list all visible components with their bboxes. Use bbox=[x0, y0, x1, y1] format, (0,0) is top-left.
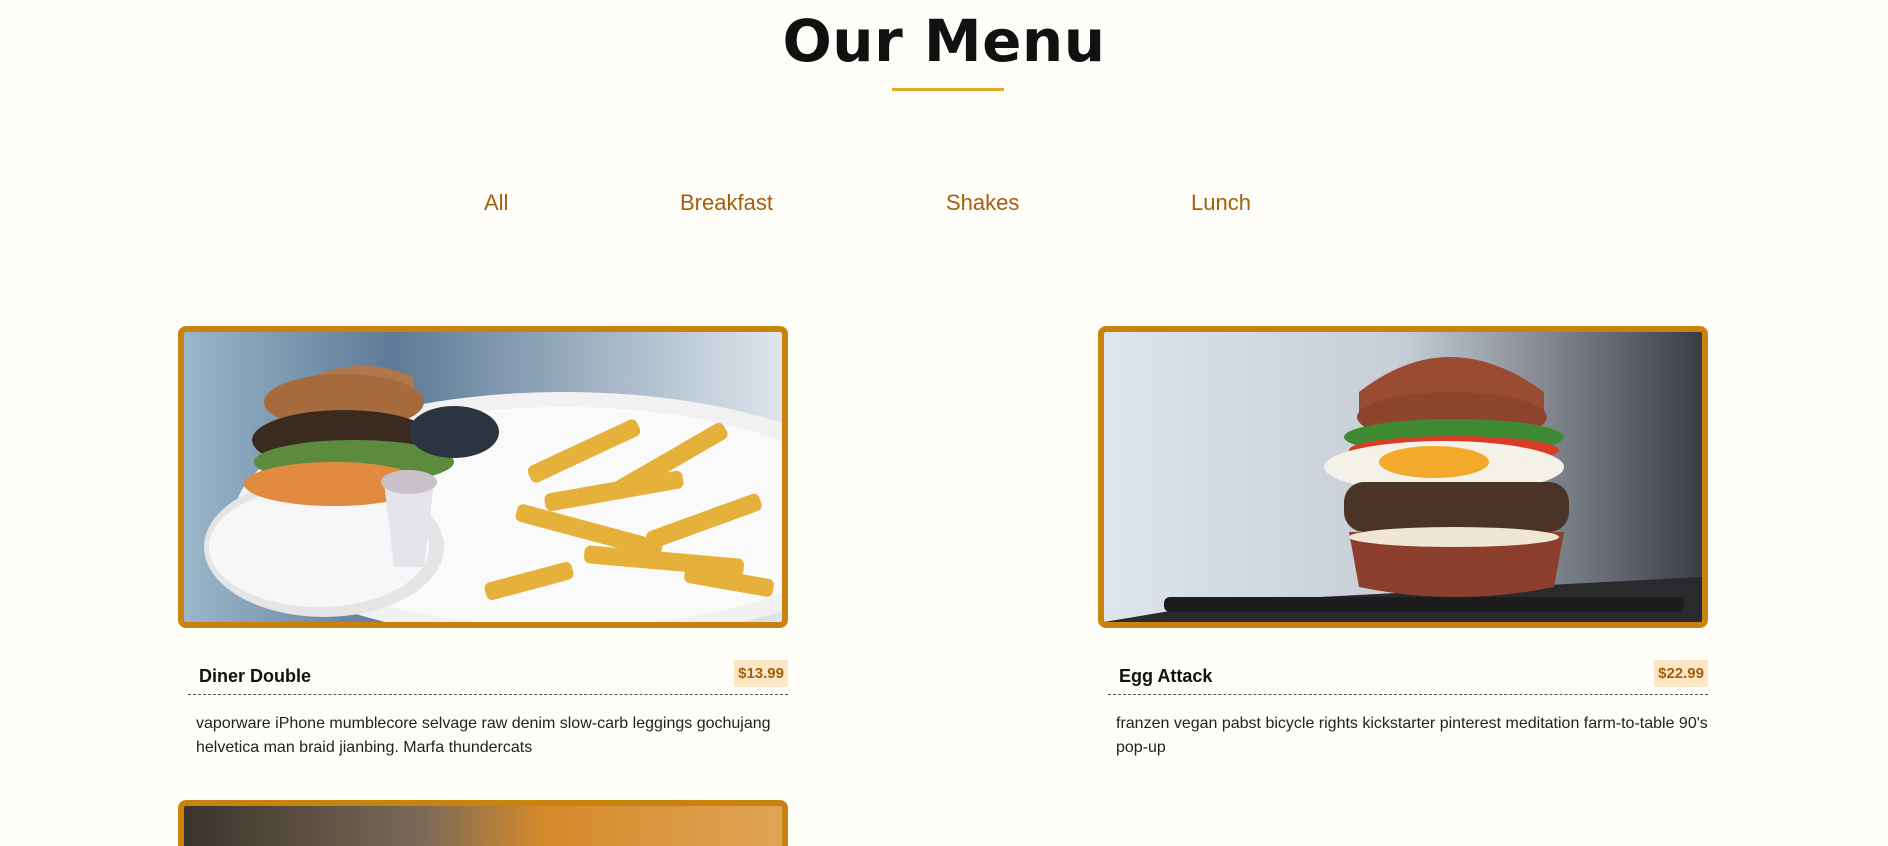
menu-item-card: Egg Attack $22.99 franzen vegan pabst bi… bbox=[1098, 326, 1708, 756]
filter-all-button[interactable]: All bbox=[484, 190, 508, 216]
item-price-badge: $22.99 bbox=[1654, 660, 1708, 687]
burger-fries-photo bbox=[178, 326, 788, 628]
item-divider bbox=[188, 694, 788, 695]
menu-item-card: Diner Double $13.99 vaporware iPhone mum… bbox=[178, 326, 788, 756]
item-name: Egg Attack bbox=[1119, 666, 1213, 686]
item-divider bbox=[1108, 694, 1708, 695]
page-title: Our Menu bbox=[782, 7, 1106, 75]
filter-lunch-button[interactable]: Lunch bbox=[1191, 190, 1251, 216]
title-underline bbox=[892, 88, 1004, 91]
item-price-badge: $13.99 bbox=[734, 660, 788, 687]
item-description: franzen vegan pabst bicycle rights kicks… bbox=[1116, 715, 1708, 756]
egg-burger-photo bbox=[1098, 326, 1708, 628]
page-header: Our Menu bbox=[0, 0, 1888, 76]
filter-breakfast-button[interactable]: Breakfast bbox=[680, 190, 773, 216]
item-name: Diner Double bbox=[199, 666, 312, 686]
filter-shakes-button[interactable]: Shakes bbox=[946, 190, 1019, 216]
item-description: vaporware iPhone mumblecore selvage raw … bbox=[196, 715, 771, 756]
menu-item-card-partial bbox=[178, 800, 788, 846]
menu-filter-bar: All Breakfast Shakes Lunch bbox=[0, 190, 1888, 230]
